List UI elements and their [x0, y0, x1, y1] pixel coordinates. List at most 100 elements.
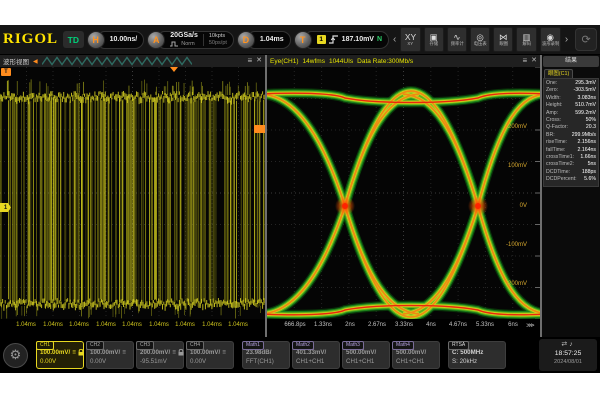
toolbar-voltmeter-button[interactable]: ◎ 电压表 [470, 27, 490, 52]
result-row: crossTime1:1.66ns [546, 154, 596, 161]
result-row: One:295.3mV [546, 80, 596, 87]
top-toolbar: RIGOL TD H 10.00ns/ A 20GSa/s Norm [0, 25, 600, 55]
waveform-view-header[interactable]: 波形视图 ◀ ≡ ✕ [0, 55, 265, 67]
decode-icon: ▥ [522, 32, 530, 42]
eye-view-window: Eye(CH1) 14wfms 1044UIs Data Rate:300Mb/… [267, 55, 540, 337]
refresh-icon: ⟳ [581, 33, 590, 46]
waveform-view-title: 波形视图 [3, 56, 29, 66]
eye-settings-icon[interactable]: ⋙ [526, 322, 535, 329]
eye-plot[interactable]: 200mV 100mV 0V -100mV -200mV [267, 67, 540, 319]
eye-y-label: 100mV [493, 163, 527, 169]
math-card-math4[interactable]: Math4 500.00mV/ CH1+CH1 [392, 341, 440, 369]
eye-view-title: Eye(CH1) [270, 58, 299, 65]
voltmeter-icon: ◎ [476, 32, 483, 42]
result-row: DCDPercent:5.6% [546, 176, 596, 183]
eye-diagram-icon: ⋈ [499, 32, 508, 42]
trigger-pill[interactable]: 1 187.10mV N [303, 31, 389, 49]
bw-limit-icon: ≡ [72, 348, 76, 357]
result-row: Height:510.7mV [546, 102, 596, 109]
eye-view-header[interactable]: Eye(CH1) 14wfms 1044UIs Data Rate:300Mb/… [267, 55, 540, 67]
eye-menu-icon[interactable]: ≡ [522, 57, 527, 65]
sample-rate: 20GSa/s [170, 32, 198, 40]
trigger-normal-flag: N [377, 36, 382, 43]
acquire-pill[interactable]: 20GSa/s Norm 10kpts 50ps/pt [156, 31, 234, 49]
trigger-knob-button[interactable]: T [294, 31, 312, 49]
toolbar-storage-button[interactable]: ▣ 存储 [424, 27, 444, 52]
trigger-position-marker[interactable] [170, 67, 178, 72]
toolbar-decode-button[interactable]: ▥ 解码 [516, 27, 536, 52]
delay-knob-button[interactable]: D [237, 31, 255, 49]
math-card-math3[interactable]: Math3 500.00mV/ CH1+CH1 [342, 341, 390, 369]
waveform-plot[interactable]: T 1 [0, 67, 265, 319]
acquire-mode: Norm [181, 40, 194, 48]
rtsa-card[interactable]: RTSA C: 500MHz S: 20kHz [448, 341, 506, 369]
result-row: Q-Factor:20.3 [546, 124, 596, 131]
trigger-time-tag[interactable]: T [1, 68, 11, 76]
channel-card-ch2[interactable]: CH2 100.00mV/≡ 0.00V [86, 341, 134, 369]
trigger-level-tag[interactable] [254, 125, 265, 133]
network-icon: ⇄ [561, 341, 569, 348]
storage-icon: ▣ [430, 32, 438, 42]
toolbar-eye-button[interactable]: ⋈ 眼图 [493, 27, 513, 52]
main-area: 波形视图 ◀ ≡ ✕ T 1 1.04ms 1.04ms 1.04ms 1.04… [0, 55, 600, 337]
results-sidebar: 结果 眼图(C1) One:295.3mV Zero:-303.5mV Widt… [542, 55, 600, 337]
result-row: fallTime:2.164ns [546, 147, 596, 154]
channel-card-ch3[interactable]: CH3 200.00mV/≡ -95.51mV [136, 341, 184, 369]
screen: RIGOL TD H 10.00ns/ A 20GSa/s Norm [0, 0, 600, 400]
clock-date: 2024/08/01 [539, 358, 597, 366]
delay-control: D 1.04ms [237, 31, 291, 49]
delay-value: 1.04ms [260, 36, 284, 43]
eye-wfms-count: 14wfms [303, 58, 325, 65]
toolbar-record-button[interactable]: ◉ 波形录制 [540, 27, 561, 52]
result-row: DCDTime:188ps [546, 169, 596, 176]
trigger-level-value: 187.10mV [342, 36, 374, 43]
clock-time: 18:57:25 [539, 349, 597, 358]
refresh-button[interactable]: ⟳ [575, 28, 597, 51]
results-list: One:295.3mV Zero:-303.5mV Width:3.083ns … [543, 78, 599, 187]
timebase-value: 10.00ns/ [110, 36, 138, 43]
gear-icon: ⚙ [10, 347, 22, 363]
toolbar-scroll-left[interactable]: ‹ [392, 35, 397, 45]
eye-y-label: 200mV [493, 124, 527, 130]
channel-card-ch4[interactable]: CH4 100.00mV/≡ 0.00V [186, 341, 234, 369]
math-card-math1[interactable]: Math1 23.98dB/ FFT(CH1) [242, 341, 290, 369]
overview-marker-icon: ◀ [33, 58, 38, 65]
rigol-logo: RIGOL [3, 31, 58, 48]
waveform-close-icon[interactable]: ✕ [256, 57, 262, 65]
waveform-menu-icon[interactable]: ≡ [247, 57, 252, 65]
eye-y-label: 0V [493, 203, 527, 209]
result-row: Width:3.083ns [546, 95, 596, 102]
toolbar-scroll-right[interactable]: › [564, 35, 569, 45]
channel-card-ch1[interactable]: CH1 100.00mV/≡ 0.00V [36, 341, 84, 369]
eye-data-rate: Data Rate:300Mb/s [357, 58, 413, 65]
status-area[interactable]: ⇄♪ 18:57:25 2024/08/01 [539, 339, 597, 371]
bw-limit-icon: ≡ [172, 348, 176, 357]
result-row: crossTime2:5ns [546, 161, 596, 168]
results-tab-eye[interactable]: 眼图(C1) [544, 69, 573, 78]
trigger-control: T 1 187.10mV N [294, 31, 389, 49]
toolbar-xy-button[interactable]: XY XY [400, 27, 420, 52]
settings-button[interactable]: ⚙ [3, 343, 28, 368]
result-row: riseTime:2.156ns [546, 139, 596, 146]
acquire-knob-button[interactable]: A [147, 31, 165, 49]
result-row: BR:299.9Mb/s [546, 132, 596, 139]
acquisition-control: A 20GSa/s Norm 10kpts 50ps/pt [147, 31, 234, 49]
xy-icon: XY [405, 32, 416, 42]
results-title[interactable]: 结果 [543, 56, 599, 67]
toolbar-counter-button[interactable]: ∿ 频率计 [447, 27, 467, 52]
square-wave-icon [170, 41, 179, 47]
eye-close-icon[interactable]: ✕ [531, 57, 537, 65]
memory-depth: 10kpts [209, 33, 227, 40]
bottom-bar: ⚙ CH1 100.00mV/≡ 0.00V CH2 100.00mV/≡ 0.… [0, 337, 600, 373]
bw-limit-icon: ≡ [222, 348, 226, 357]
math-card-math2[interactable]: Math2 401.33mV/ CH1+CH1 [292, 341, 340, 369]
lock-icon [178, 349, 184, 356]
frequency-counter-icon: ∿ [453, 32, 460, 42]
waveform-view-window: 波形视图 ◀ ≡ ✕ T 1 1.04ms 1.04ms 1.04ms 1.04… [0, 55, 265, 337]
horizontal-knob-button[interactable]: H [87, 31, 105, 49]
trigger-mode-indicator[interactable]: TD [63, 31, 84, 48]
eye-y-label: -100mV [493, 242, 527, 248]
horizontal-control: H 10.00ns/ [87, 31, 145, 49]
lock-icon [78, 349, 84, 356]
result-row: Amp:599.2mV [546, 110, 596, 117]
